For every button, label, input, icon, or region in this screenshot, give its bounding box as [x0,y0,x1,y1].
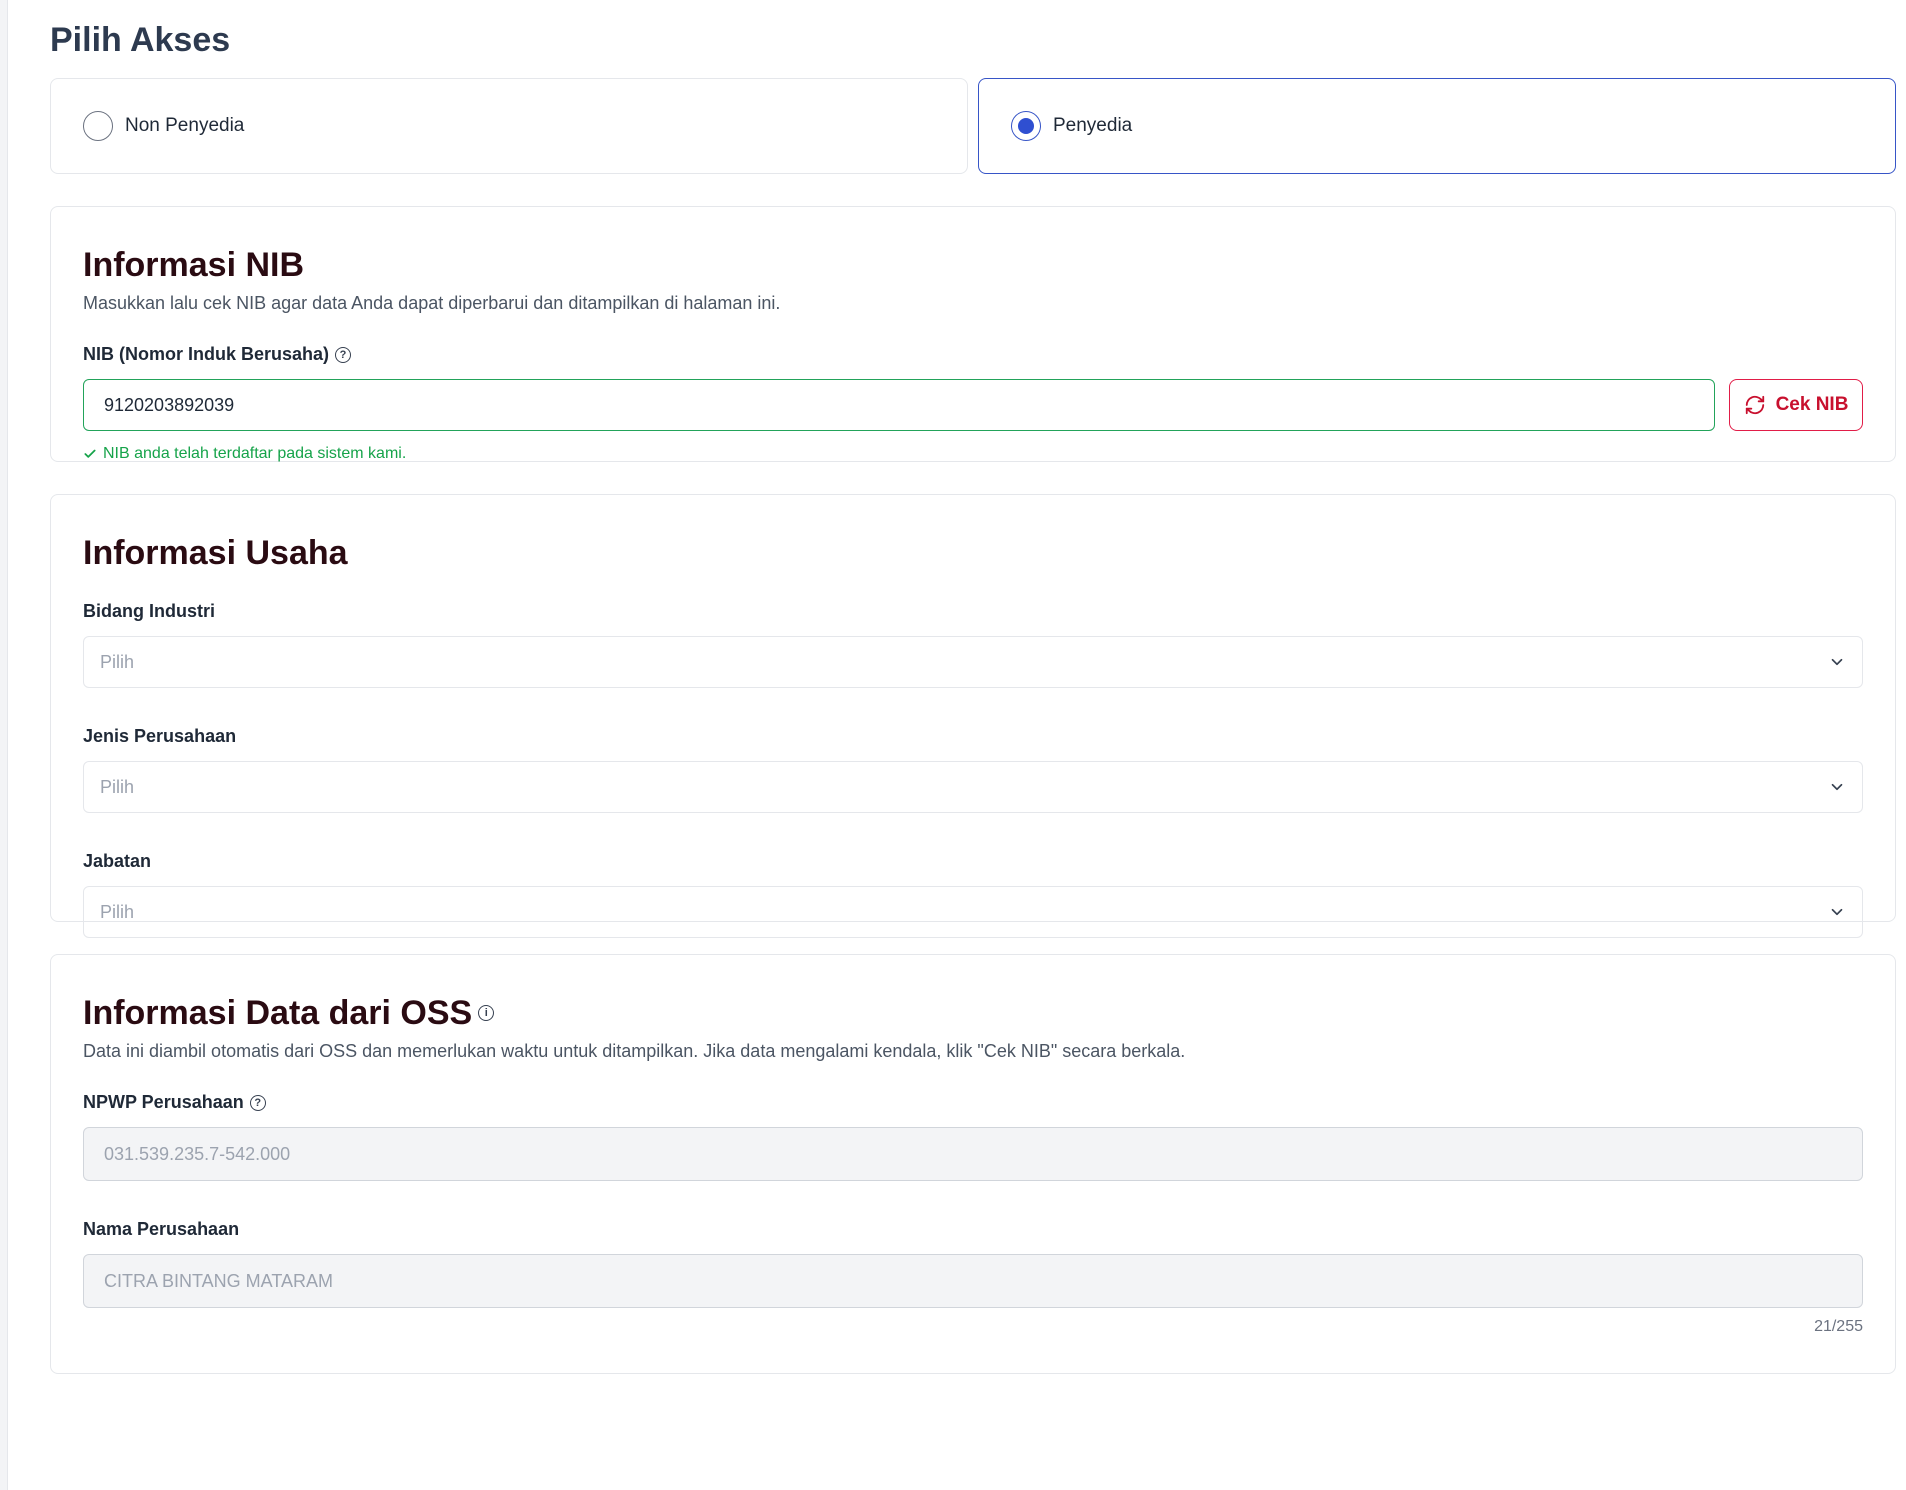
help-icon[interactable]: ? [335,346,352,363]
chevron-down-icon [1831,658,1843,666]
jenis-perusahaan-select[interactable]: Pilih [83,761,1863,813]
usaha-section-title: Informasi Usaha [83,534,348,572]
nama-perusahaan-label: Nama Perusahaan [83,1219,240,1239]
check-icon [84,449,96,458]
oss-section-title-row: Informasi Data dari OSS i [83,991,1863,1035]
select-placeholder: Pilih [100,651,135,672]
select-placeholder: Pilih [100,776,135,797]
nib-success-message: NIB anda telah terdaftar pada sistem kam… [83,445,1863,463]
jabatan-label: Jabatan [83,851,152,871]
jenis-perusahaan-label: Jenis Perusahaan [83,726,237,746]
radio-unchecked-icon[interactable] [83,111,113,141]
jabatan-select[interactable]: Pilih [83,886,1863,938]
npwp-label-row: NPWP Perusahaan ? [83,1092,1863,1113]
access-option-non-penyedia[interactable]: Non Penyedia [50,78,968,174]
cek-nib-label: Cek NIB [1775,394,1849,415]
select-placeholder: Pilih [100,901,135,922]
nib-section-description: Masukkan lalu cek NIB agar data Anda dap… [83,293,781,313]
radio-checked-icon[interactable] [1011,111,1041,141]
info-icon[interactable]: i [478,1005,495,1021]
page-content: Pilih Akses Non Penyedia Penyedia Inform… [50,0,1896,1374]
bidang-industri-select[interactable]: Pilih [83,636,1863,688]
cek-nib-button[interactable]: Cek NIB [1729,379,1863,431]
oss-section-description: Data ini diambil otomatis dari OSS dan m… [83,1041,1186,1061]
usaha-card: Informasi Usaha Bidang Industri Pilih Je… [50,494,1896,938]
refresh-icon [1745,395,1764,415]
access-options: Non Penyedia Penyedia [50,78,1896,174]
oss-section-title: Informasi Data dari OSS [83,994,473,1032]
nib-card: Informasi NIB Masukkan lalu cek NIB agar… [50,206,1896,462]
oss-card: Informasi Data dari OSS i Data ini diamb… [50,954,1896,1374]
bidang-industri-label: Bidang Industri [83,601,215,621]
nib-input-row: Cek NIB [83,379,1863,431]
page-title: Pilih Akses [50,21,231,59]
nib-success-text: NIB anda telah terdaftar pada sistem kam… [103,445,407,462]
chevron-down-icon [1831,908,1843,916]
help-icon[interactable]: ? [249,1094,266,1111]
nib-section-title: Informasi NIB [83,246,305,284]
left-rail [0,0,8,1490]
nib-field-label-row: NIB (Nomor Induk Berusaha) ? [83,344,1863,365]
npwp-input: 031.539.235.7-542.000 [83,1127,1863,1181]
access-option-label: Non Penyedia [125,115,245,136]
access-option-label: Penyedia [1053,115,1133,136]
nib-input[interactable] [83,379,1715,431]
nama-perusahaan-input: CITRA BINTANG MATARAM [83,1254,1863,1308]
nib-field-label: NIB (Nomor Induk Berusaha) [83,344,330,364]
npwp-label: NPWP Perusahaan [83,1092,244,1112]
access-option-penyedia[interactable]: Penyedia [978,78,1896,174]
chevron-down-icon [1831,783,1843,791]
char-counter: 21/255 [1814,1318,1863,1335]
